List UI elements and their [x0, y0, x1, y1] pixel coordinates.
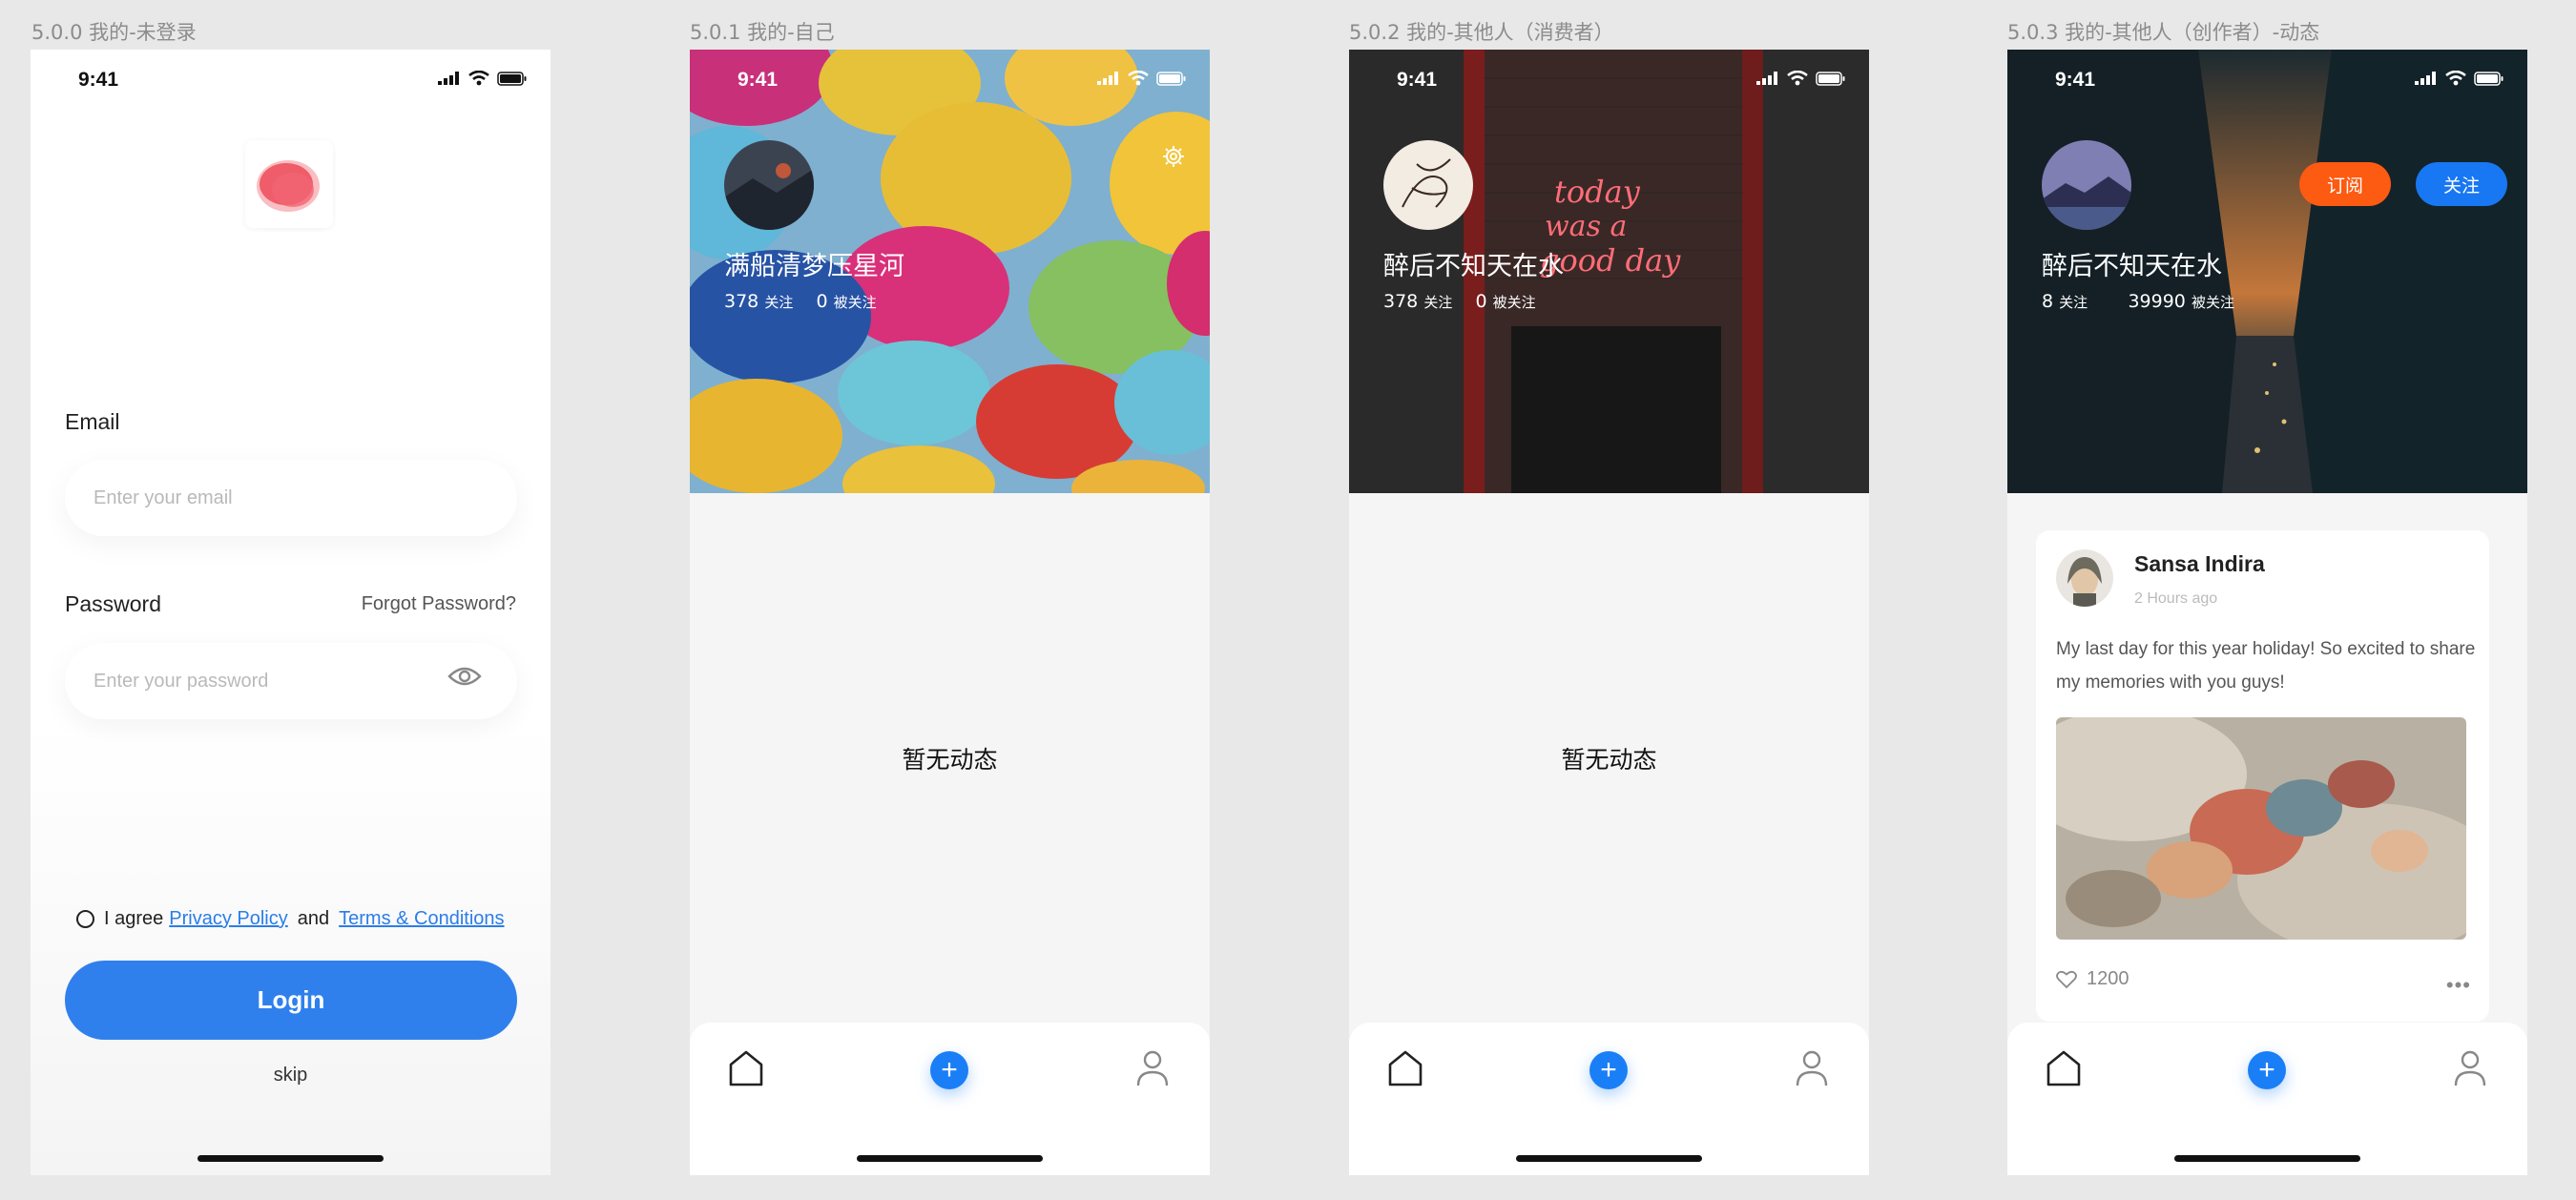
neon-sign-line1: today	[1554, 174, 1641, 210]
username: 醉后不知天在水	[2042, 252, 2222, 281]
more-icon[interactable]: •••	[2446, 973, 2471, 998]
following-label: 关注	[1423, 294, 1453, 311]
login-button[interactable]: Login	[65, 961, 517, 1040]
home-icon[interactable]	[1387, 1049, 1423, 1087]
avatar[interactable]	[1383, 140, 1473, 230]
like-button[interactable]: 1200	[2056, 968, 2129, 990]
status-time: 9:41	[1397, 69, 1438, 91]
following-count: 378	[724, 291, 759, 312]
followers-label: 被关注	[833, 294, 877, 311]
user-icon[interactable]	[1136, 1049, 1169, 1087]
followers-count: 0	[1475, 291, 1487, 312]
battery-icon	[2474, 71, 2503, 86]
tab-bar: +	[1349, 1023, 1869, 1175]
wifi-icon	[1128, 71, 1149, 86]
battery-icon	[1156, 71, 1186, 86]
profile-stats: 378 关注 0 被关注	[724, 291, 877, 312]
followers-count: 0	[816, 291, 828, 312]
post-timestamp: 2 Hours ago	[2134, 590, 2218, 607]
avatar[interactable]	[2042, 140, 2131, 230]
battery-icon	[497, 71, 527, 86]
screen-title-consumer: 5.0.2 我的-其他人（消费者）	[1349, 21, 1614, 44]
status-time: 9:41	[737, 69, 779, 91]
username: 满船清梦压星河	[724, 252, 904, 281]
profile-stats: 8 关注 39990 被关注	[2042, 291, 2234, 312]
followers-label: 被关注	[1492, 294, 1536, 311]
post-author-avatar[interactable]	[2056, 549, 2113, 607]
home-icon[interactable]	[728, 1049, 764, 1087]
home-indicator	[857, 1155, 1043, 1162]
self-profile-screen: 9:41 满船清梦压星河 378 关注 0 被关注 暂无动态 +	[690, 50, 1210, 1175]
privacy-policy-link[interactable]: Privacy Policy	[169, 908, 287, 930]
status-bar: 9:41	[690, 50, 1210, 113]
screen-title-login: 5.0.0 我的-未登录	[31, 21, 197, 44]
eye-icon[interactable]	[447, 664, 482, 689]
like-count: 1200	[2087, 968, 2129, 989]
status-time: 9:41	[2055, 69, 2096, 91]
app-logo	[245, 140, 333, 228]
consumer-profile-screen: 9:41 today was a good day 醉后不知天在水 378 关注…	[1349, 50, 1869, 1175]
avatar[interactable]	[724, 140, 814, 230]
home-indicator	[2174, 1155, 2360, 1162]
following-count: 8	[2042, 291, 2054, 312]
battery-icon	[1816, 71, 1845, 86]
agree-row: I agree Privacy Policy and Terms & Condi…	[76, 908, 505, 930]
user-icon[interactable]	[2454, 1049, 2486, 1087]
home-indicator	[1516, 1155, 1702, 1162]
and-text: and	[297, 908, 330, 929]
home-indicator	[197, 1155, 384, 1162]
profile-stats: 378 关注 0 被关注	[1383, 291, 1536, 312]
status-bar: 9:41	[2007, 50, 2527, 113]
email-label: Email	[65, 409, 120, 434]
home-icon[interactable]	[2046, 1049, 2082, 1087]
signal-icon	[2415, 72, 2436, 85]
wifi-icon	[2445, 71, 2466, 86]
tab-bar: +	[2007, 1023, 2527, 1175]
following-label: 关注	[2059, 294, 2088, 311]
empty-state-text: 暂无动态	[902, 746, 998, 774]
login-screen: 9:41 Email Password Forgot Password? I a…	[31, 50, 551, 1175]
post-text: My last day for this year holiday! So ex…	[2056, 639, 2476, 693]
user-icon[interactable]	[1796, 1049, 1828, 1087]
screen-title-creator: 5.0.3 我的-其他人（创作者）-动态	[2007, 21, 2320, 44]
tab-bar: +	[690, 1023, 1210, 1175]
agree-text: I agree	[104, 908, 164, 929]
signal-icon	[1756, 72, 1777, 85]
screen-title-self: 5.0.1 我的-自己	[690, 21, 835, 44]
creator-profile-screen: 9:41 订阅 关注 醉后不知天在水 8 关注 39990 被关注 Sansa …	[2007, 50, 2527, 1175]
follow-button[interactable]: 关注	[2416, 162, 2507, 206]
status-bar: 9:41	[1349, 50, 1869, 113]
subscribe-button[interactable]: 订阅	[2299, 162, 2391, 206]
wifi-icon	[468, 71, 489, 86]
username: 醉后不知天在水	[1383, 252, 1564, 281]
post-card[interactable]: Sansa Indira 2 Hours ago My last day for…	[2036, 530, 2489, 1022]
signal-icon	[438, 72, 459, 85]
following-label: 关注	[764, 294, 794, 311]
terms-link[interactable]: Terms & Conditions	[339, 908, 504, 930]
wifi-icon	[1787, 71, 1808, 86]
skip-link[interactable]: skip	[31, 1065, 551, 1086]
following-count: 378	[1383, 291, 1419, 312]
add-icon[interactable]: +	[1589, 1051, 1628, 1089]
neon-sign-line2: was a	[1545, 210, 1627, 243]
add-icon[interactable]: +	[2248, 1051, 2286, 1089]
heart-icon	[2056, 970, 2077, 988]
add-icon[interactable]: +	[930, 1051, 968, 1089]
signal-icon	[1097, 72, 1118, 85]
post-author-name[interactable]: Sansa Indira	[2134, 551, 2265, 577]
agree-radio[interactable]	[76, 910, 94, 928]
password-label: Password	[65, 591, 161, 616]
forgot-password-link[interactable]: Forgot Password?	[362, 593, 516, 615]
gear-icon[interactable]	[1162, 145, 1185, 168]
status-time: 9:41	[78, 69, 119, 91]
post-image[interactable]	[2056, 717, 2466, 940]
empty-state-text: 暂无动态	[1561, 746, 1657, 774]
followers-label: 被关注	[2191, 294, 2234, 311]
status-bar: 9:41	[31, 50, 551, 113]
email-field[interactable]	[65, 460, 517, 536]
followers-count: 39990	[2128, 291, 2186, 312]
